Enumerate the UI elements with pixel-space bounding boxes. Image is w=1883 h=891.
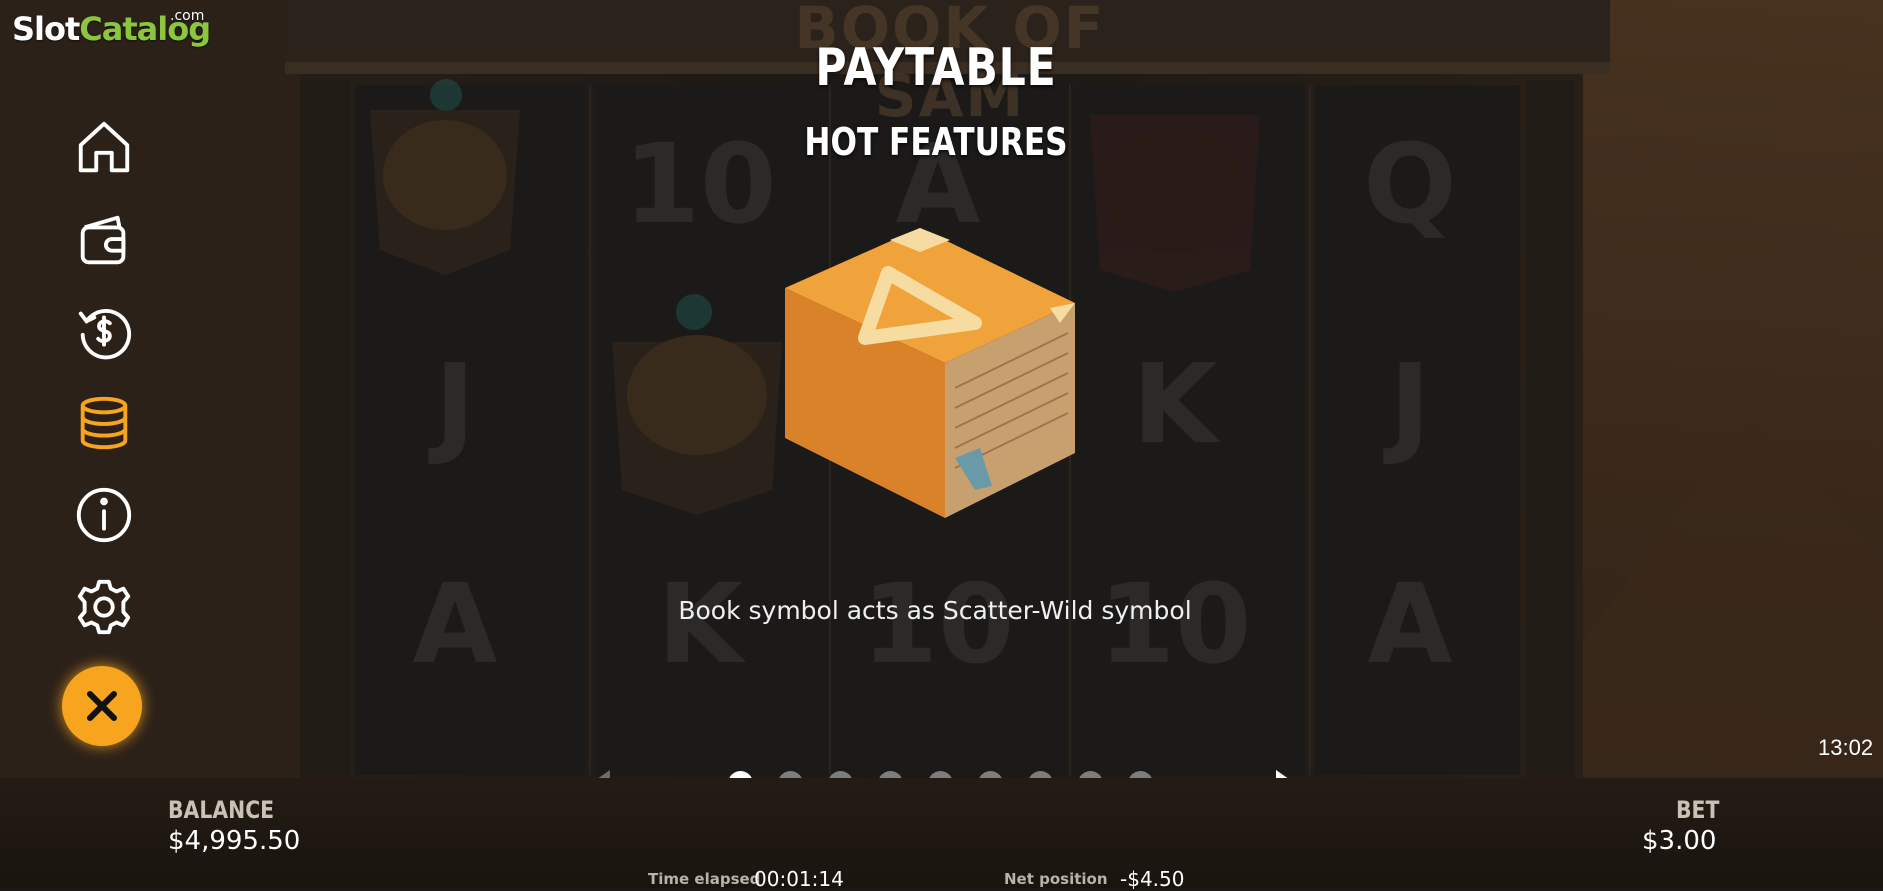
history-dollar-icon [78,309,132,360]
bet-label: BET [1676,796,1720,824]
time-elapsed-label: Time elapsed [648,870,761,888]
info-button[interactable] [60,480,148,550]
logo-part1: Slot [12,10,80,48]
book-symbol-image [785,228,1075,518]
net-position-value: -$4.50 [1120,867,1185,891]
settings-button[interactable] [60,572,148,642]
reel-symbol: J [434,340,476,468]
balance-label: BALANCE [168,796,275,824]
net-position-label: Net position [1004,870,1108,888]
reel-symbol: Q [1363,120,1457,248]
reel-symbol: 10 [623,120,777,248]
bet-value: $3.00 [1642,826,1717,856]
coins-stack-icon [80,396,128,450]
reel-symbol: A [412,560,498,688]
close-paytable-button[interactable] [62,666,142,746]
close-icon [87,691,117,721]
gear-icon [77,579,131,635]
balance-value: $4,995.50 [168,826,301,856]
reel-symbol: J [1389,340,1431,468]
bottom-status-bar: BALANCE $4,995.50 BET $3.00 Time elapsed… [0,778,1883,891]
reel-symbol: K [1132,340,1218,468]
info-icon [76,487,132,543]
home-icon [78,121,130,173]
paytable-button[interactable] [60,388,148,458]
home-button[interactable] [60,112,148,182]
reel-symbol: A [1367,560,1453,688]
feature-description: Book symbol acts as Scatter-Wild symbol [678,596,1192,625]
paytable-subtitle: HOT FEATURES [804,120,1068,164]
clock: 13:02 [1818,735,1874,760]
slotcatalog-logo: SlotCatalog .com [12,8,211,48]
logo-suffix: .com [170,8,205,24]
wallet-icon [80,215,126,265]
time-elapsed-value: 00:01:14 [754,867,844,891]
history-button[interactable] [60,296,148,366]
wallet-button[interactable] [60,204,148,274]
paytable-title: PAYTABLE [815,38,1057,98]
